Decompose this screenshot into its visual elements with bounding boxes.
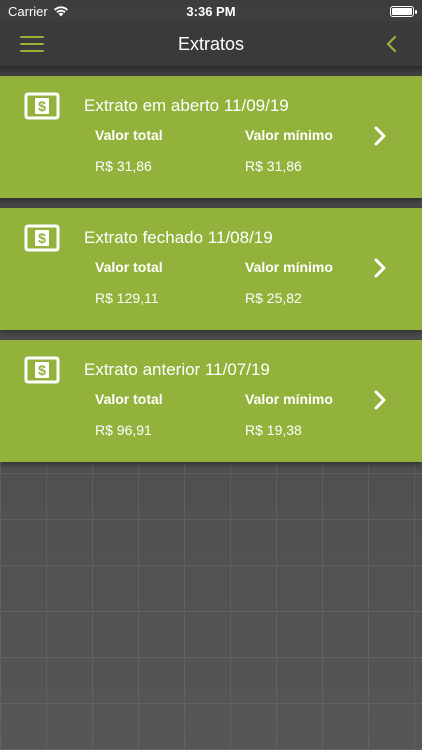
status-bar: Carrier 3:36 PM: [0, 0, 422, 22]
minimum-value: R$ 31,86: [245, 158, 302, 174]
minimum-value: R$ 25,82: [245, 290, 302, 306]
chevron-right-icon: [374, 126, 386, 146]
battery-icon: [390, 5, 417, 17]
total-label: Valor total: [95, 259, 163, 275]
page-title: Extratos: [177, 33, 245, 54]
svg-text:$: $: [38, 362, 46, 378]
statement-card-previous[interactable]: $ Extrato anterior 11/07/19 Valor total …: [0, 340, 422, 462]
total-value: R$ 31,86: [95, 158, 152, 174]
card-title: Extrato fechado 11/08/19: [84, 228, 273, 247]
total-value: R$ 96,91: [95, 422, 152, 438]
dollar-bill-icon: $: [24, 224, 60, 252]
dollar-bill-icon: $: [24, 356, 60, 384]
svg-text:$: $: [38, 230, 46, 246]
chevron-right-icon: [374, 258, 386, 278]
total-label: Valor total: [95, 391, 163, 407]
statement-card-open[interactable]: $ Extrato em aberto 11/09/19 Valor total…: [0, 76, 422, 198]
chevron-left-icon: [386, 35, 397, 53]
dollar-bill-icon: $: [24, 92, 60, 120]
background-pattern: [0, 460, 422, 750]
total-label: Valor total: [95, 127, 163, 143]
statement-card-closed[interactable]: $ Extrato fechado 11/08/19 Valor total V…: [0, 208, 422, 330]
minimum-label: Valor mínimo: [245, 127, 333, 143]
back-button[interactable]: [380, 31, 404, 57]
card-title: Extrato em aberto 11/09/19: [84, 96, 289, 115]
total-value: R$ 129,11: [95, 290, 159, 306]
svg-text:$: $: [38, 98, 46, 114]
minimum-value: R$ 19,38: [245, 422, 302, 438]
minimum-label: Valor mínimo: [245, 391, 333, 407]
nav-shadow: [0, 66, 422, 74]
hamburger-icon: [20, 36, 44, 38]
chevron-right-icon: [374, 390, 386, 410]
menu-button[interactable]: [20, 36, 44, 52]
nav-bar: Extratos: [0, 22, 422, 66]
card-title: Extrato anterior 11/07/19: [84, 360, 270, 379]
minimum-label: Valor mínimo: [245, 259, 333, 275]
status-time: 3:36 PM: [186, 3, 236, 19]
